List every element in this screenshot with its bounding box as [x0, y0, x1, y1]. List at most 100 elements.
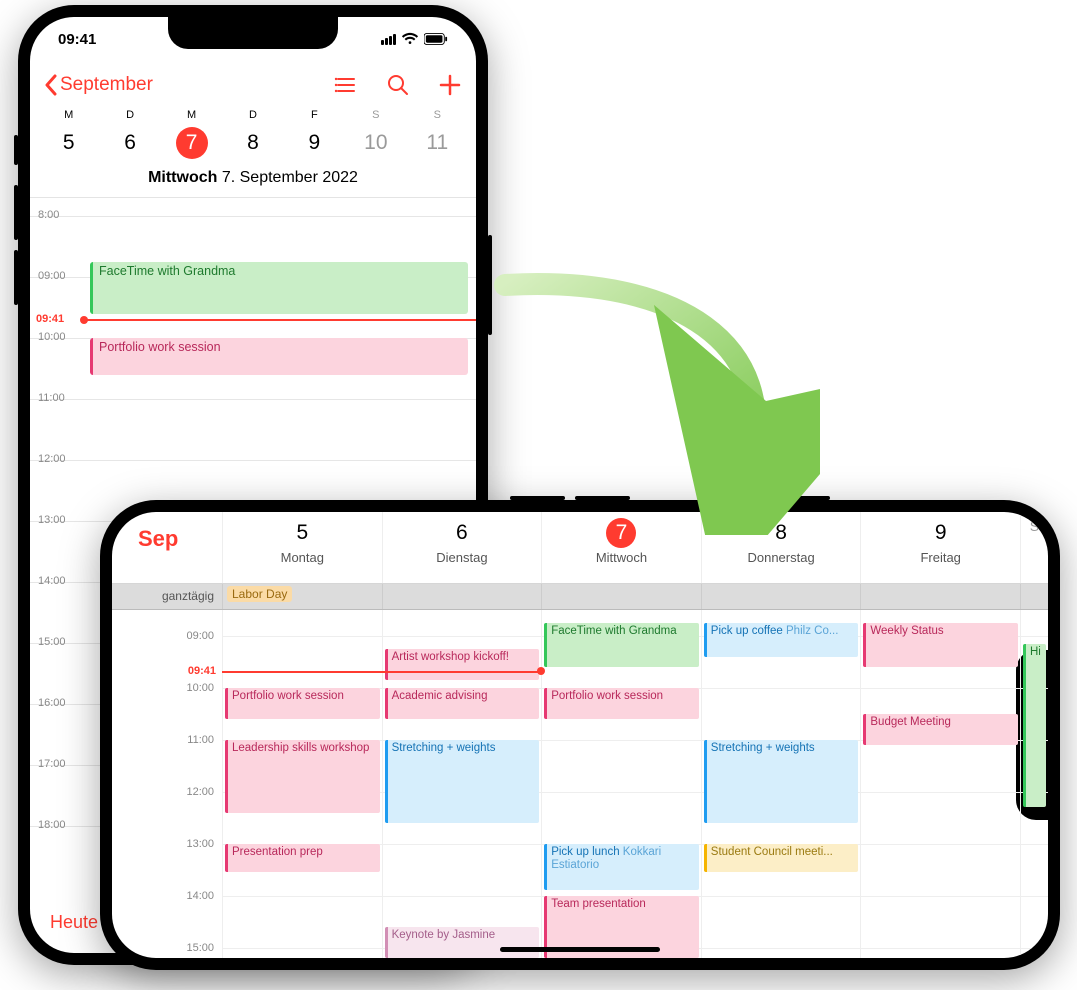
hour-label: 17:00 — [38, 758, 66, 770]
day-header[interactable]: 5Montag — [222, 512, 382, 583]
hour-line: 8:00 — [30, 216, 476, 217]
hour-label: 18:00 — [38, 819, 66, 831]
search-icon[interactable] — [386, 73, 410, 97]
time-column: 09:0010:0011:0012:0013:0014:0015:0009:41 — [112, 610, 222, 958]
hour-label: 15:00 — [38, 636, 66, 648]
day-header[interactable]: 9Freitag — [860, 512, 1020, 583]
weekday-cell[interactable]: M5 — [38, 109, 99, 159]
weekday-letter: S — [407, 109, 468, 121]
weekday-letter: M — [38, 109, 99, 121]
hour-line — [383, 896, 542, 897]
day-header-sat[interactable]: S — [1020, 512, 1048, 583]
weekday-cell[interactable]: S11 — [407, 109, 468, 159]
event[interactable]: Pick up coffee Philz Co... — [704, 623, 859, 657]
hour-line — [542, 740, 701, 741]
back-button[interactable]: September — [44, 74, 153, 96]
hour-line — [702, 948, 861, 949]
weekday-cell[interactable]: D8 — [222, 109, 283, 159]
event[interactable]: Budget Meeting — [863, 714, 1018, 745]
event[interactable]: Presentation prep — [225, 844, 380, 873]
day-column[interactable]: Hi — [1020, 610, 1048, 958]
hour-line — [223, 948, 382, 949]
event[interactable]: Student Council meeti... — [704, 844, 859, 873]
event[interactable]: Hi — [1023, 644, 1046, 808]
weekday-number: 6 — [99, 127, 160, 159]
event[interactable]: Academic advising — [385, 688, 540, 719]
weekday-cell[interactable]: S 10 — [345, 109, 406, 159]
month-button[interactable]: Sep — [112, 512, 222, 583]
event[interactable]: Portfolio work session — [90, 338, 468, 375]
hour-line — [1021, 948, 1048, 949]
week-header[interactable]: Sep5Montag6Dienstag7Mittwoch8Donnerstag9… — [112, 512, 1048, 584]
weekday-cell[interactable]: F9 — [284, 109, 345, 159]
hour-label: 12:00 — [186, 786, 214, 798]
hour-label: 14:00 — [186, 890, 214, 902]
today-button[interactable]: Heute — [50, 912, 98, 933]
now-label: 09:41 — [188, 665, 216, 677]
weekday-letter: M — [161, 109, 222, 121]
allday-slot — [541, 584, 701, 609]
event[interactable]: Keynote by Jasmine — [385, 927, 540, 958]
weekday-cell[interactable]: D6 — [99, 109, 160, 159]
battery-icon — [424, 32, 448, 46]
hour-label: 11:00 — [187, 734, 214, 746]
day-column[interactable]: Portfolio work session Leadership skills … — [222, 610, 382, 958]
weekday-cell[interactable]: M7 — [161, 109, 222, 159]
week-row[interactable]: M5D6M7D8F9S10S11 — [30, 109, 476, 159]
hour-line — [1021, 636, 1048, 637]
event[interactable]: Portfolio work session — [544, 688, 699, 719]
landscape-screen: Sep5Montag6Dienstag7Mittwoch8Donnerstag9… — [112, 512, 1048, 958]
chevron-left-icon — [44, 74, 58, 96]
event[interactable]: Artist workshop kickoff! — [385, 649, 540, 680]
hour-line — [1021, 896, 1048, 897]
hour-label: 09:00 — [186, 630, 214, 642]
allday-label: ganztägig — [112, 584, 222, 609]
event[interactable]: Stretching + weights — [704, 740, 859, 823]
status-time: 09:41 — [58, 31, 96, 48]
status-indicators — [381, 32, 448, 46]
hour-line — [861, 896, 1020, 897]
back-label: September — [60, 74, 153, 96]
day-column[interactable]: Pick up coffee Philz Co... Stretching + w… — [701, 610, 861, 958]
event[interactable]: Portfolio work session — [225, 688, 380, 719]
cellular-icon — [381, 34, 396, 45]
day-header[interactable]: 6Dienstag — [382, 512, 542, 583]
rotation-arrow — [450, 255, 820, 535]
list-icon[interactable] — [334, 73, 358, 97]
day-column[interactable]: Weekly Status Budget Meeting — [860, 610, 1020, 958]
hour-line — [861, 948, 1020, 949]
event[interactable]: Stretching + weights — [385, 740, 540, 823]
event[interactable]: Leadership skills workshop — [225, 740, 380, 813]
notch — [168, 17, 338, 49]
event[interactable]: Weekly Status — [863, 623, 1018, 667]
hour-label: 13:00 — [38, 514, 66, 526]
day-header[interactable]: 8Donnerstag — [701, 512, 861, 583]
weekday-letter: S — [345, 109, 406, 121]
hour-line — [383, 844, 542, 845]
now-label: 09:41 — [36, 313, 64, 325]
date-title: Mittwoch 7. September 2022 — [30, 159, 476, 198]
weekday-letter: D — [99, 109, 160, 121]
day-column[interactable]: Artist workshop kickoff! Academic advisin… — [382, 610, 542, 958]
hour-label: 8:00 — [38, 209, 59, 221]
hour-label: 15:00 — [186, 942, 214, 954]
event[interactable]: FaceTime with Grandma — [90, 262, 468, 314]
weekday-number: 10 — [345, 127, 406, 159]
weekday-number: 7 — [176, 127, 208, 159]
hour-line — [1021, 844, 1048, 845]
home-indicator[interactable] — [500, 947, 660, 952]
allday-slot: Labor Day — [222, 584, 382, 609]
hour-line — [861, 688, 1020, 689]
add-icon[interactable] — [438, 73, 462, 97]
event[interactable]: FaceTime with Grandma — [544, 623, 699, 667]
weekday-number: 8 — [222, 127, 283, 159]
hour-line — [383, 636, 542, 637]
allday-slot — [860, 584, 1020, 609]
day-header[interactable]: 7Mittwoch — [541, 512, 701, 583]
event[interactable]: Pick up lunch Kokkari Estiatorio — [544, 844, 699, 891]
week-grid[interactable]: 09:0010:0011:0012:0013:0014:0015:0009:41… — [112, 610, 1048, 958]
hour-line — [702, 896, 861, 897]
allday-event[interactable]: Labor Day — [227, 586, 292, 602]
hour-line: 11:00 — [30, 399, 476, 400]
day-column[interactable]: FaceTime with Grandma Portfolio work sess… — [541, 610, 701, 958]
